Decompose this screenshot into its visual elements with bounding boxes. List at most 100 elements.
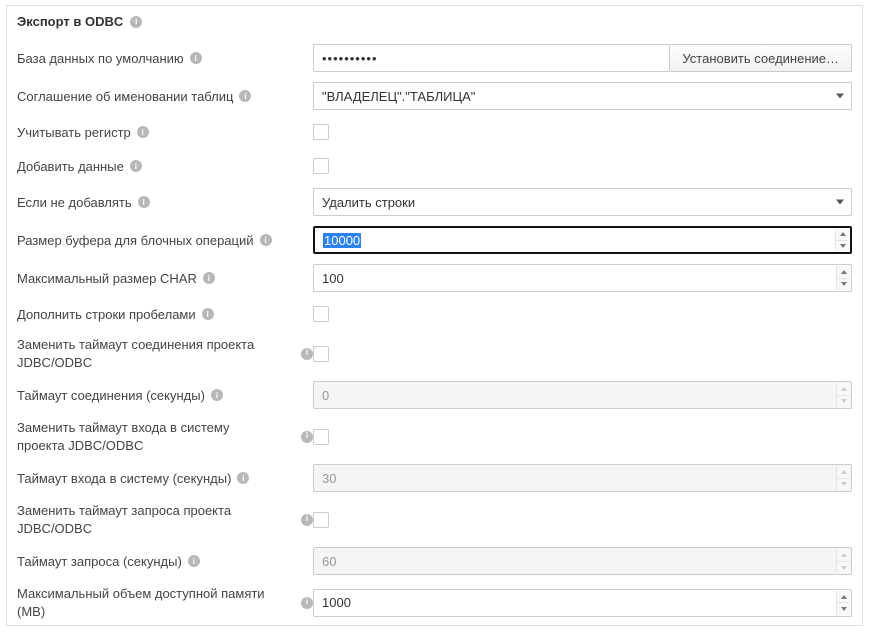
buffer-stepper[interactable]: 10000 (313, 226, 852, 254)
label-override-conn-to: Заменить таймаут соединения проекта JDBC… (17, 336, 313, 371)
info-icon[interactable] (188, 555, 200, 567)
spin-down[interactable] (837, 603, 850, 615)
spin-up[interactable] (837, 266, 850, 279)
label-query-to: Таймаут запроса (секунды) (17, 554, 313, 569)
query-to-stepper: 60 (313, 547, 852, 575)
arrow-up-icon (841, 553, 847, 557)
if-not-append-select[interactable]: Удалить строки (313, 188, 852, 216)
row-conn-to: Таймаут соединения (секунды) 0 (7, 376, 862, 414)
info-icon[interactable] (211, 389, 223, 401)
row-case-sensitive: Учитывать регистр (7, 115, 862, 149)
label-text: Максимальный объем доступной памяти (MB) (17, 585, 267, 620)
spin-up (837, 466, 850, 479)
label-text: Заменить таймаут соединения проекта JDBC… (17, 336, 267, 371)
buffer-value: 10000 (323, 233, 361, 248)
info-icon[interactable] (301, 348, 313, 360)
pad-spaces-checkbox[interactable] (313, 306, 329, 322)
label-max-mem: Максимальный объем доступной памяти (MB) (17, 585, 313, 620)
label-case-sensitive: Учитывать регистр (17, 125, 313, 140)
row-if-not-append: Если не добавлять Удалить строки (7, 183, 862, 221)
spin-down (837, 479, 850, 491)
info-icon[interactable] (237, 472, 249, 484)
arrow-down-icon (841, 482, 847, 486)
set-connection-button[interactable]: Установить соединение… (670, 44, 852, 72)
panel-header: Экспорт в ODBC (7, 6, 862, 39)
info-icon[interactable] (203, 272, 215, 284)
label-max-char: Максимальный размер CHAR (17, 271, 313, 286)
row-override-login-to: Заменить таймаут входа в систему проекта… (7, 414, 862, 459)
label-text: Таймаут входа в систему (секунды) (17, 471, 231, 486)
label-text: Если не добавлять (17, 195, 132, 210)
select-value: Удалить строки (322, 195, 415, 210)
info-icon[interactable] (301, 431, 313, 443)
label-text: Учитывать регистр (17, 125, 131, 140)
info-icon[interactable] (239, 90, 251, 102)
label-text: Заменить таймаут входа в систему проекта… (17, 419, 267, 454)
override-login-to-checkbox[interactable] (313, 429, 329, 445)
row-override-query-to: Заменить таймаут запроса проекта JDBC/OD… (7, 497, 862, 542)
row-append: Добавить данные (7, 149, 862, 183)
arrow-up-icon (841, 595, 847, 599)
max-char-stepper[interactable]: 100 (313, 264, 852, 292)
arrow-down-icon (840, 244, 846, 248)
info-icon[interactable] (260, 234, 272, 246)
label-text: Таймаут запроса (секунды) (17, 554, 182, 569)
panel-title: Экспорт в ODBC (17, 14, 123, 29)
spin-down (837, 562, 850, 574)
label-text: Заменить таймаут запроса проекта JDBC/OD… (17, 502, 267, 537)
info-icon[interactable] (202, 308, 214, 320)
default-db-input[interactable] (313, 44, 670, 72)
label-text: База данных по умолчанию (17, 51, 184, 66)
info-icon[interactable] (138, 196, 150, 208)
override-conn-to-checkbox[interactable] (313, 346, 329, 362)
row-override-conn-to: Заменить таймаут соединения проекта JDBC… (7, 331, 862, 376)
login-to-stepper: 30 (313, 464, 852, 492)
row-pad-spaces: Дополнить строки пробелами (7, 297, 862, 331)
max-char-value: 100 (314, 271, 851, 286)
label-override-login-to: Заменить таймаут входа в систему проекта… (17, 419, 313, 454)
arrow-down-icon (841, 566, 847, 570)
arrow-down-icon (841, 607, 847, 611)
spin-up[interactable] (837, 591, 850, 604)
info-icon[interactable] (190, 52, 202, 64)
label-text: Максимальный размер CHAR (17, 271, 197, 286)
info-icon[interactable] (130, 160, 142, 172)
label-text: Таймаут соединения (секунды) (17, 388, 205, 403)
label-login-to: Таймаут входа в систему (секунды) (17, 471, 313, 486)
label-conn-to: Таймаут соединения (секунды) (17, 388, 313, 403)
info-icon[interactable] (130, 16, 142, 28)
spin-down[interactable] (836, 241, 849, 252)
arrow-down-icon (841, 282, 847, 286)
label-append: Добавить данные (17, 159, 313, 174)
arrow-up-icon (841, 470, 847, 474)
append-checkbox[interactable] (313, 158, 329, 174)
spin-up (837, 549, 850, 562)
naming-select[interactable]: "ВЛАДЕЛЕЦ"."ТАБЛИЦА" (313, 82, 852, 110)
row-buffer: Размер буфера для блочных операций 10000 (7, 221, 862, 259)
conn-to-value: 0 (314, 388, 851, 403)
arrow-down-icon (841, 399, 847, 403)
row-query-to: Таймаут запроса (секунды) 60 (7, 542, 862, 580)
info-icon[interactable] (301, 597, 313, 609)
conn-to-stepper: 0 (313, 381, 852, 409)
spin-buttons (836, 591, 850, 615)
naming-select-value: "ВЛАДЕЛЕЦ"."ТАБЛИЦА" (322, 89, 475, 104)
case-sensitive-checkbox[interactable] (313, 124, 329, 140)
row-login-to: Таймаут входа в систему (секунды) 30 (7, 459, 862, 497)
arrow-up-icon (841, 270, 847, 274)
info-icon[interactable] (137, 126, 149, 138)
label-text: Добавить данные (17, 159, 124, 174)
spin-up[interactable] (836, 229, 849, 241)
row-max-mem: Максимальный объем доступной памяти (MB)… (7, 580, 862, 625)
label-pad-spaces: Дополнить строки пробелами (17, 307, 313, 322)
label-override-query-to: Заменить таймаут запроса проекта JDBC/OD… (17, 502, 313, 537)
arrow-up-icon (841, 387, 847, 391)
override-query-to-checkbox[interactable] (313, 512, 329, 528)
spin-buttons (836, 549, 850, 573)
info-icon[interactable] (301, 514, 313, 526)
spin-down (837, 396, 850, 408)
max-mem-stepper[interactable]: 1000 (313, 589, 852, 617)
max-mem-value: 1000 (314, 595, 851, 610)
spin-down[interactable] (837, 279, 850, 291)
label-buffer: Размер буфера для блочных операций (17, 233, 313, 248)
